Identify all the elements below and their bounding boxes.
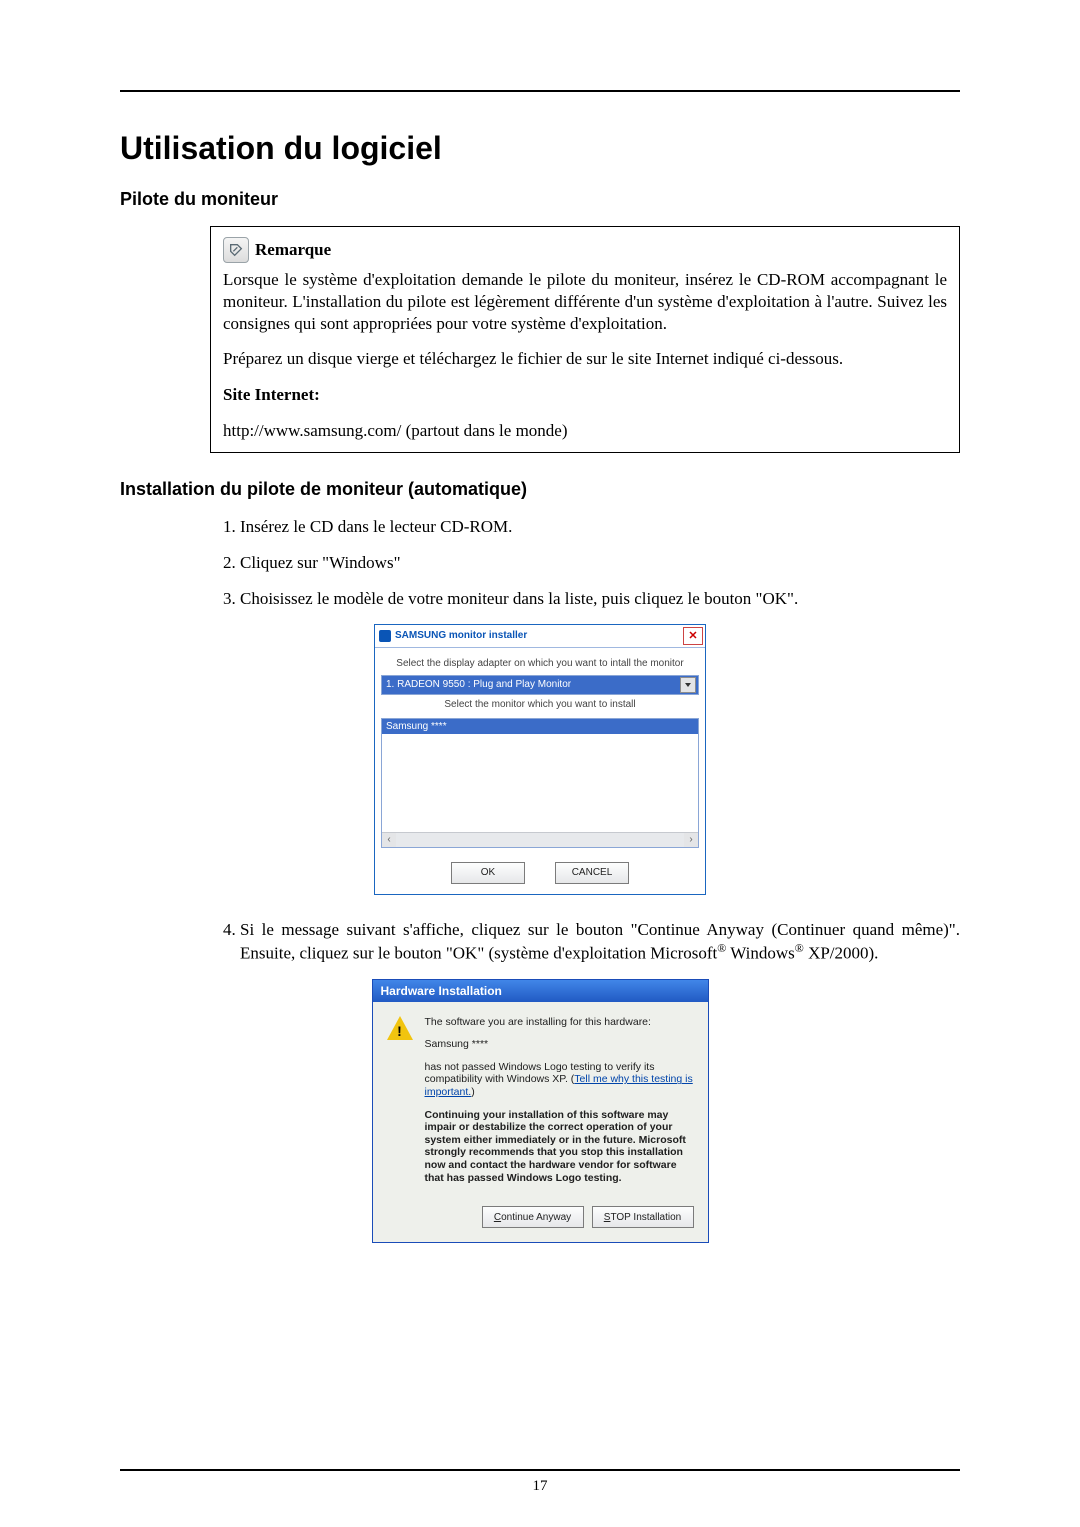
step-4: Si le message suivant s'affiche, cliquez…: [240, 919, 960, 965]
note-title: Remarque: [255, 240, 331, 260]
site-internet-url: http://www.samsung.com/ (partout dans le…: [223, 420, 947, 442]
close-icon[interactable]: ✕: [683, 627, 703, 645]
installer-dialog: SAMSUNG monitor installer ✕ Select the d…: [374, 624, 706, 895]
stop-installation-button[interactable]: STOP Installation: [592, 1206, 694, 1228]
page-number: 17: [0, 1478, 1080, 1495]
note-icon: [223, 237, 249, 263]
continue-anyway-button[interactable]: Continue Anyway: [482, 1206, 584, 1228]
monitor-listbox[interactable]: Samsung **** ‹ ›: [381, 718, 699, 848]
cancel-button[interactable]: CANCEL: [555, 862, 629, 884]
hardware-installation-dialog: Hardware Installation ! The software you…: [372, 979, 709, 1244]
hw-line-1: The software you are installing for this…: [425, 1016, 694, 1029]
section-driver-heading: Pilote du moniteur: [120, 189, 960, 210]
adapter-dropdown[interactable]: 1. RADEON 9550 : Plug and Play Monitor: [381, 675, 699, 695]
hardware-dialog-title: Hardware Installation: [373, 980, 708, 1002]
bottom-rule: [120, 1469, 960, 1471]
installer-title: SAMSUNG monitor installer: [395, 630, 527, 641]
top-rule: [120, 90, 960, 92]
warning-icon: !: [387, 1016, 413, 1042]
scroll-right-icon[interactable]: ›: [684, 833, 698, 847]
step-3: Choisissez le modèle de votre moniteur d…: [240, 588, 960, 610]
scroll-left-icon[interactable]: ‹: [382, 833, 396, 847]
adapter-dropdown-value: 1. RADEON 9550 : Plug and Play Monitor: [386, 679, 571, 690]
step-2: Cliquez sur "Windows": [240, 552, 960, 574]
page-title: Utilisation du logiciel: [120, 130, 960, 167]
site-internet-label: Site Internet:: [223, 385, 320, 404]
note-paragraph-2: Préparez un disque vierge et téléchargez…: [223, 348, 947, 370]
installer-logo-icon: [379, 630, 391, 642]
hw-warning-text: Continuing your installation of this sof…: [425, 1109, 694, 1185]
note-paragraph-1: Lorsque le système d'exploitation demand…: [223, 269, 947, 334]
horizontal-scrollbar[interactable]: ‹ ›: [382, 832, 698, 847]
note-box: Remarque Lorsque le système d'exploitati…: [210, 226, 960, 453]
installer-adapter-label: Select the display adapter on which you …: [381, 654, 699, 675]
section-install-heading: Installation du pilote de moniteur (auto…: [120, 479, 960, 500]
step-1: Insérez le CD dans le lecteur CD-ROM.: [240, 516, 960, 538]
monitor-list-item-selected[interactable]: Samsung ****: [382, 719, 698, 734]
installer-monitor-label: Select the monitor which you want to ins…: [381, 695, 699, 716]
hw-device: Samsung ****: [425, 1038, 694, 1051]
hw-line-2: has not passed Windows Logo testing to v…: [425, 1061, 694, 1099]
chevron-down-icon[interactable]: [680, 677, 696, 693]
ok-button[interactable]: OK: [451, 862, 525, 884]
